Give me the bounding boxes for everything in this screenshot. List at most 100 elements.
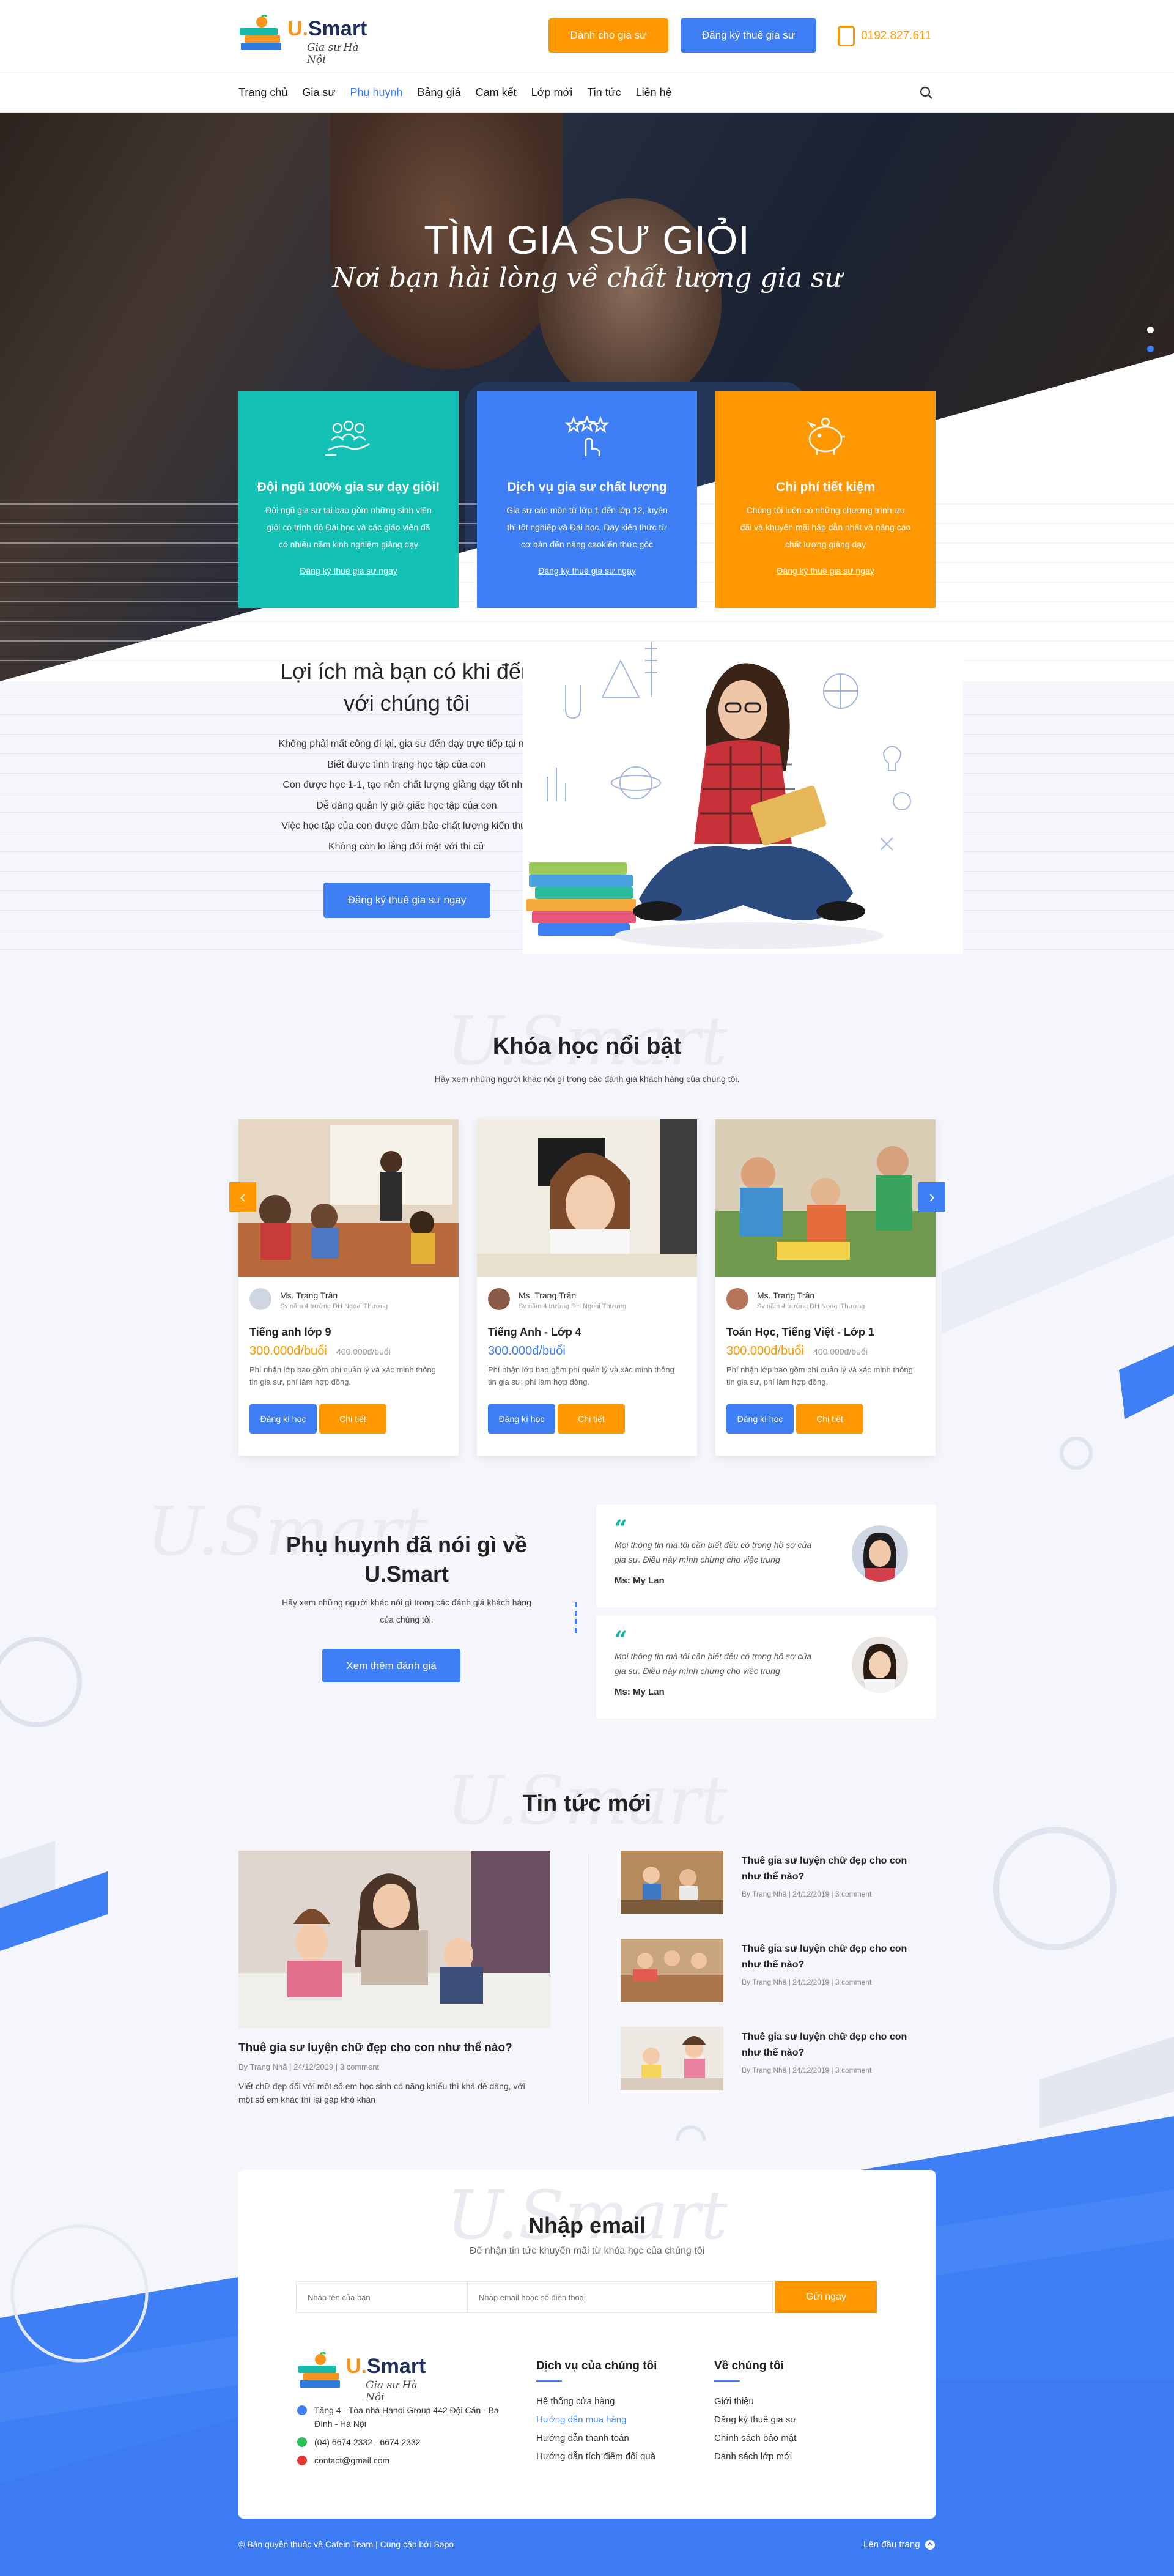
news-item-title[interactable]: Thuê gia sư luyện chữ đẹp cho con như th…: [742, 2029, 913, 2061]
slider-dot[interactable]: [1147, 365, 1154, 371]
carousel-prev-button[interactable]: ‹: [229, 1182, 256, 1212]
logo-tagline: Gia sư Hà Nội: [307, 42, 359, 66]
reviewer-name: Ms: My Lan: [615, 1687, 665, 1697]
news-list-item[interactable]: Thuê gia sư luyện chữ đẹp cho con như th…: [621, 1851, 939, 1918]
hire-tutor-button[interactable]: Đăng ký thuê gia sư: [681, 18, 816, 53]
news-list-item[interactable]: Thuê gia sư luyện chữ đẹp cho con như th…: [621, 1939, 939, 2006]
enroll-button[interactable]: Đăng kí học: [488, 1404, 555, 1434]
quote-icon: “: [615, 1516, 627, 1541]
testimonials-title: Phụ huynh đã nói gì về U.Smart: [286, 1532, 527, 1586]
carousel-next-button[interactable]: ›: [918, 1182, 945, 1212]
decor-circle: [0, 1637, 82, 1727]
feature-link[interactable]: Đăng ký thuê gia sư ngay: [477, 566, 697, 576]
course-card[interactable]: Ms. Trang Trần Sv năm 4 trường ĐH Ngoại …: [477, 1119, 697, 1456]
more-reviews-button[interactable]: Xem thêm đánh giá: [322, 1649, 460, 1682]
nav-item[interactable]: Bảng giá: [418, 86, 461, 99]
mail-icon: [297, 2456, 307, 2465]
contact-email[interactable]: contact@gmail.com: [297, 2454, 505, 2467]
hotline[interactable]: 0192.827.611: [838, 26, 931, 46]
feature-title: Đội ngũ 100% gia sư dạy giỏi!: [257, 480, 440, 494]
review-text: Mọi thông tin mà tôi cần biết đều có tro…: [615, 1540, 812, 1564]
logo-text: U.Smart: [346, 2355, 426, 2378]
nav-item[interactable]: Lớp mới: [531, 86, 573, 99]
register-tutor-button[interactable]: Đăng ký thuê gia sư ngay: [323, 883, 490, 918]
feature-title: Dịch vụ gia sư chất lượng: [507, 480, 667, 494]
footer-link[interactable]: Hệ thống cửa hàng: [536, 2393, 657, 2411]
testimonial-scroll-indicator[interactable]: [575, 1602, 577, 1633]
contact-phone[interactable]: (04) 6674 2332 - 6674 2332: [297, 2435, 505, 2449]
email-phone-input[interactable]: [467, 2281, 773, 2313]
testimonials-subtitle: Hãy xem những người khác nói gì trong cá…: [282, 1597, 531, 1624]
course-name[interactable]: Tiếng Anh - Lớp 4: [488, 1326, 581, 1339]
slider-dot[interactable]: [1147, 327, 1154, 333]
footer-link[interactable]: Chính sách bảo mật: [714, 2429, 796, 2448]
nav-item[interactable]: Cam kết: [476, 86, 517, 99]
for-tutor-button[interactable]: Dành cho gia sư: [548, 18, 668, 53]
phone-icon: [838, 26, 855, 46]
courses-subtitle: Hãy xem những người khác nói gì trong cá…: [434, 1074, 740, 1084]
feature-link[interactable]: Đăng ký thuê gia sư ngay: [238, 566, 459, 576]
course-name[interactable]: Toán Học, Tiếng Việt - Lớp 1: [726, 1326, 874, 1339]
course-price: 300.000đ/buổi: [488, 1344, 566, 1358]
rating-stars-icon: [564, 416, 610, 456]
course-image: [477, 1119, 697, 1277]
nav-item[interactable]: Trang chủ: [238, 86, 287, 99]
detail-button[interactable]: Chi tiết: [796, 1404, 863, 1434]
benefits-title: Lợi ích mà bạn có khi đến với chúng tôi: [280, 659, 533, 716]
contact-list: Tầng 4 - Tòa nhà Hanoi Group 442 Đội Cấn…: [297, 2404, 505, 2472]
footer-column-title: Dịch vụ của chúng tôi: [536, 2359, 657, 2372]
teacher-name: Ms. Trang Trần: [757, 1290, 815, 1300]
footer-link[interactable]: Danh sách lớp mới: [714, 2448, 796, 2466]
teacher-name: Ms. Trang Trần: [519, 1290, 577, 1300]
logo-tagline: Gia sư Hà Nội: [366, 2379, 418, 2404]
submit-button[interactable]: Gửi ngay: [775, 2281, 877, 2313]
footer-link[interactable]: Hướng dẫn tích điểm đổi quà: [536, 2448, 657, 2466]
footer-link[interactable]: Hướng dẫn mua hàng: [536, 2411, 657, 2429]
nav-item[interactable]: Tin tức: [587, 86, 621, 99]
feature-link[interactable]: Đăng ký thuê gia sư ngay: [715, 566, 936, 576]
newsletter-subtitle: Để nhận tin tức khuyến mãi từ khóa học c…: [469, 2246, 705, 2256]
slider-dots: [1147, 327, 1156, 383]
news-item-title[interactable]: Thuê gia sư luyện chữ đẹp cho con như th…: [742, 1941, 913, 1973]
newsletter-title: Nhập email: [528, 2213, 646, 2238]
news-main-image[interactable]: [238, 1851, 550, 2028]
logo[interactable]: U.Smart Gia sư Hà Nội: [238, 11, 379, 66]
course-card[interactable]: Ms. Trang Trần Sv năm 4 trường ĐH Ngoại …: [238, 1119, 459, 1456]
news-main-title[interactable]: Thuê gia sư luyện chữ đẹp cho con như th…: [238, 2041, 550, 2055]
footer-link[interactable]: Hướng dẫn thanh toán: [536, 2429, 657, 2448]
enroll-button[interactable]: Đăng kí học: [726, 1404, 794, 1434]
footer-card: U.Smart Nhập email Để nhận tin tức khuyế…: [238, 2170, 936, 2519]
detail-button[interactable]: Chi tiết: [319, 1404, 386, 1434]
nav-item[interactable]: Phụ huynh: [350, 86, 402, 99]
nav-item[interactable]: Liên hệ: [636, 86, 672, 99]
footer-services: Dịch vụ của chúng tôi Hệ thống cửa hàng H…: [536, 2359, 657, 2466]
nav-item[interactable]: Gia sư: [302, 86, 335, 99]
back-to-top-link[interactable]: Lên đầu trang: [863, 2539, 935, 2550]
footer-logo[interactable]: U.Smart Gia sư Hà Nội: [297, 2348, 438, 2404]
teacher-avatar: [249, 1288, 271, 1310]
slider-dot-active[interactable]: [1147, 346, 1154, 352]
course-name[interactable]: Tiếng anh lớp 9: [249, 1326, 331, 1339]
news-item-title[interactable]: Thuê gia sư luyện chữ đẹp cho con như th…: [742, 1853, 913, 1885]
benefit-item: Dễ dàng quản lý giờ giấc học tập của con: [316, 800, 497, 811]
review-text: Mọi thông tin mà tôi cần biết đều có tro…: [615, 1651, 812, 1676]
feature-text: Đội ngũ gia sư tại bao gồm những sinh vi…: [265, 505, 432, 549]
feature-title: Chi phí tiết kiệm: [775, 480, 876, 494]
hotline-number: 0192.827.611: [861, 29, 931, 42]
news-list-item[interactable]: Thuê gia sư luyện chữ đẹp cho con như th…: [621, 2027, 939, 2094]
footer-link[interactable]: Đăng ký thuê gia sư: [714, 2411, 796, 2429]
books-logo-icon: [298, 2352, 340, 2388]
hero-subtitle: Nơi bạn hài lòng về chất lượng gia sư: [332, 262, 842, 294]
name-input[interactable]: [296, 2281, 467, 2313]
footer-link[interactable]: Giới thiệu: [714, 2393, 796, 2411]
search-icon[interactable]: [920, 86, 933, 100]
teacher-description: Sv năm 4 trường ĐH Ngoại Thương: [280, 1303, 388, 1310]
enroll-button[interactable]: Đăng kí học: [249, 1404, 317, 1434]
detail-button[interactable]: Chi tiết: [558, 1404, 625, 1434]
course-card[interactable]: Ms. Trang Trần Sv năm 4 trường ĐH Ngoại …: [715, 1119, 936, 1456]
benefit-item: Không còn lo lắng đối mặt với thi cử: [328, 841, 485, 852]
feature-box-cost: Chi phí tiết kiệm Chúng tôi luôn có nhữn…: [715, 391, 936, 608]
teacher-group-icon: [325, 420, 370, 456]
feature-box-quality: Dịch vụ gia sư chất lượng Gia sư các môn…: [477, 391, 697, 608]
teacher-description: Sv năm 4 trường ĐH Ngoại Thương: [519, 1303, 627, 1310]
